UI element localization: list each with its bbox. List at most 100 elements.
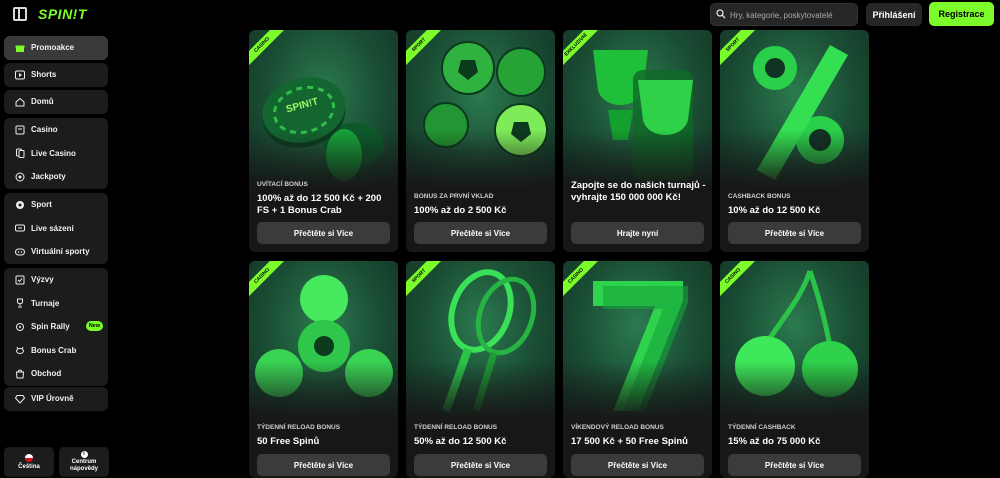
sidebar-item-bonus-crab[interactable]: Bonus Crab <box>4 339 108 363</box>
card-fade <box>406 130 555 190</box>
sidebar-item-label: Promoakce <box>31 43 75 53</box>
play-now-button[interactable]: Hrajte nyní <box>571 222 704 244</box>
read-more-button[interactable]: Přečtěte si Více <box>257 454 390 476</box>
jackpot-icon <box>15 172 25 182</box>
sidebar-item-label: Turnaje <box>31 298 60 308</box>
shop-icon <box>15 369 25 379</box>
card-fade <box>249 361 398 421</box>
promo-subtitle: TÝDENNÍ RELOAD BONUS <box>257 424 341 431</box>
sidebar: Promoakce Shorts Domů Casino Live Casino… <box>0 30 112 478</box>
promo-card[interactable]: SPORT CASHBACK BONUS 10% až do 12 500 Kč… <box>720 30 869 252</box>
promo-headline: 50 Free Spinů <box>257 436 320 447</box>
play-icon <box>15 70 25 80</box>
sidebar-item-shorts[interactable]: Shorts <box>4 63 108 87</box>
sidebar-item-obchod[interactable]: Obchod <box>4 362 108 386</box>
read-more-button[interactable]: Přečtěte si Více <box>257 222 390 244</box>
sidebar-item-label: Live sázení <box>31 223 74 233</box>
sidebar-item-vyzvy[interactable]: Výzvy <box>4 268 108 292</box>
slot-icon <box>15 125 25 135</box>
language-label: Čeština <box>18 463 40 470</box>
sidebar-item-sport[interactable]: Sport <box>4 193 108 217</box>
promo-subtitle: BONUS ZA PRVNÍ VKLAD <box>414 193 494 200</box>
sidebar-item-label: Spin Rally <box>31 322 70 332</box>
promo-subtitle: CASHBACK BONUS <box>728 193 791 200</box>
home-icon <box>15 97 25 107</box>
sidebar-item-turnaje[interactable]: Turnaje <box>4 292 108 316</box>
sidebar-group-vip: VIP Úrovně <box>4 387 108 411</box>
crab-icon <box>15 345 25 355</box>
top-header: SPIN!T Přihlášení Registrace <box>0 0 1000 30</box>
info-icon: i <box>80 451 88 458</box>
new-badge: New <box>85 321 103 331</box>
gift-icon <box>15 43 25 53</box>
promo-card[interactable]: CASINO VÍKENDOVÝ RELOAD BONUS 17 500 Kč … <box>563 261 712 478</box>
read-more-button[interactable]: Přečtěte si Více <box>414 454 547 476</box>
promo-card[interactable]: SPORT TÝDENNÍ RELOAD BONUS 50% až do 12 … <box>406 261 555 478</box>
read-more-button[interactable]: Přečtěte si Více <box>414 222 547 244</box>
promo-headline: 15% až do 75 000 Kč <box>728 436 821 447</box>
language-button[interactable]: Čeština <box>4 447 54 477</box>
czech-flag-icon <box>25 453 33 462</box>
trophy-icon <box>15 298 25 308</box>
promo-card[interactable]: EXKLUZIVNÍ Zapojte se do našich turnajů … <box>563 30 712 252</box>
sidebar-item-promoakce[interactable]: Promoakce <box>4 36 108 60</box>
sidebar-item-virtualni-sporty[interactable]: Virtuální sporty <box>4 240 108 264</box>
sidebar-item-label: Casino <box>31 125 58 135</box>
site-logo[interactable]: SPIN!T <box>38 6 87 22</box>
promo-subtitle: TÝDENNÍ RELOAD BONUS <box>414 424 498 431</box>
search-box[interactable] <box>710 3 858 26</box>
sidebar-item-live-sazeni[interactable]: Live sázení <box>4 217 108 241</box>
sidebar-item-domu[interactable]: Domů <box>4 90 108 114</box>
promo-headline: 50% až do 12 500 Kč <box>414 436 507 447</box>
promo-card[interactable]: CASINO TÝDENNÍ CASHBACK 15% až do 75 000… <box>720 261 869 478</box>
promo-card[interactable]: CASINO TÝDENNÍ RELOAD BONUS 50 Free Spin… <box>249 261 398 478</box>
sidebar-group-casino: Casino Live Casino Jackpoty <box>4 118 108 189</box>
card-fade <box>720 361 869 421</box>
sidebar-item-label: VIP Úrovně <box>31 394 74 404</box>
promo-headline: Zapojte se do našich turnajů - vyhrajte … <box>571 180 706 203</box>
sidebar-item-label: Sport <box>31 200 52 210</box>
sidebar-item-casino[interactable]: Casino <box>4 118 108 142</box>
register-button[interactable]: Registrace <box>929 2 994 26</box>
read-more-button[interactable]: Přečtěte si Více <box>728 222 861 244</box>
sidebar-item-label: Bonus Crab <box>31 345 77 355</box>
live-icon <box>15 223 25 233</box>
promo-headline: 100% až do 2 500 Kč <box>414 205 507 216</box>
sidebar-item-label: Domů <box>31 97 54 107</box>
promo-card[interactable]: SPORT BONUS ZA PRVNÍ VKLAD 100% až do 2 … <box>406 30 555 252</box>
sidebar-item-label: Jackpoty <box>31 172 66 182</box>
login-button[interactable]: Přihlášení <box>866 3 922 26</box>
promo-subtitle: VÍKENDOVÝ RELOAD BONUS <box>571 424 664 431</box>
sidebar-item-live-casino[interactable]: Live Casino <box>4 142 108 166</box>
sidebar-item-label: Shorts <box>31 70 57 80</box>
promo-subtitle: TÝDENNÍ CASHBACK <box>728 424 796 431</box>
help-label-line1: Centrum <box>71 459 97 465</box>
sidebar-item-spin-rally[interactable]: Spin Rally New <box>4 315 108 339</box>
card-fade <box>406 361 555 421</box>
promo-headline: 17 500 Kč + 50 Free Spinů <box>571 436 688 447</box>
sidebar-group-home: Domů <box>4 90 108 114</box>
ball-icon <box>15 200 25 210</box>
search-input[interactable] <box>730 7 855 23</box>
sidebar-group-extras: Výzvy Turnaje Spin Rally New Bonus Crab … <box>4 268 108 386</box>
card-fade <box>563 361 712 421</box>
read-more-button[interactable]: Přečtěte si Více <box>571 454 704 476</box>
sidebar-group-shorts: Shorts <box>4 63 108 87</box>
sidebar-item-label: Obchod <box>31 369 62 379</box>
promo-headline: 10% až do 12 500 Kč <box>728 205 821 216</box>
promo-subtitle: UVÍTACÍ BONUS <box>257 181 308 188</box>
virtual-icon <box>15 247 25 257</box>
search-icon <box>716 9 726 19</box>
sidebar-toggle-icon[interactable] <box>13 7 27 21</box>
help-center-button[interactable]: i Centrum nápovědy <box>59 447 109 477</box>
sidebar-group-sport: Sport Live sázení Virtuální sporty <box>4 193 108 264</box>
promo-card[interactable]: SPIN!T CASINO UVÍTACÍ BONUS 100% až do 1… <box>249 30 398 252</box>
sidebar-item-jackpoty[interactable]: Jackpoty <box>4 165 108 189</box>
help-label-line2: nápovědy <box>69 466 98 472</box>
rally-icon <box>15 322 25 332</box>
sidebar-item-vip-urovne[interactable]: VIP Úrovně <box>4 387 108 411</box>
cards-icon <box>15 148 25 159</box>
read-more-button[interactable]: Přečtěte si Více <box>728 454 861 476</box>
sidebar-item-label: Virtuální sporty <box>31 247 90 257</box>
card-fade <box>720 130 869 190</box>
